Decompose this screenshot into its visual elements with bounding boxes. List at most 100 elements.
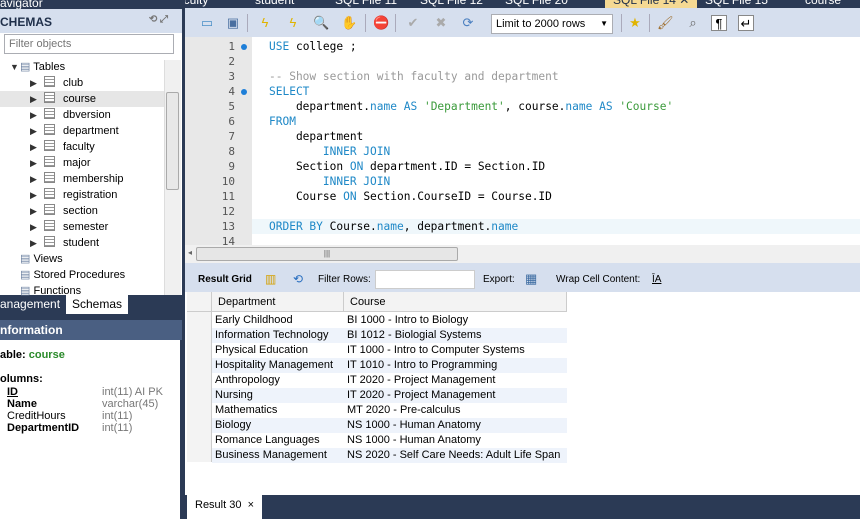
code-line[interactable]: Section ON department.ID = Section.ID bbox=[269, 159, 545, 174]
code-line[interactable]: INNER JOIN bbox=[269, 174, 390, 189]
collapsed-arrow-icon[interactable]: ▶ bbox=[30, 123, 40, 139]
autocommit-icon[interactable]: ⟳ bbox=[460, 15, 476, 31]
refresh-icon[interactable]: ⟲ bbox=[293, 272, 303, 286]
wrap-cell-icon[interactable]: ĪA bbox=[652, 274, 661, 285]
cell-department[interactable]: Biology bbox=[215, 418, 343, 431]
collapsed-arrow-icon[interactable]: ▶ bbox=[30, 171, 40, 187]
cell-department[interactable]: Romance Languages bbox=[215, 433, 343, 446]
tree-node-stored-procedures[interactable]: ▤ Stored Procedures bbox=[20, 267, 125, 283]
tree-node-table[interactable]: ▶ membership bbox=[0, 171, 164, 187]
grid-layout-icon[interactable]: ▥ bbox=[265, 272, 276, 286]
collapsed-arrow-icon[interactable]: ▶ bbox=[30, 139, 40, 155]
table-row[interactable]: Information Technology BI 1012 - Biologia… bbox=[212, 328, 567, 343]
invisible-chars-icon[interactable]: ¶ bbox=[711, 15, 727, 31]
tab-management[interactable]: anagement bbox=[0, 295, 66, 314]
tree-node-table[interactable]: ▶ club bbox=[0, 75, 164, 91]
tree-node-table[interactable]: ▶ major bbox=[0, 155, 164, 171]
cell-course[interactable]: NS 1000 - Human Anatomy bbox=[347, 418, 567, 431]
collapsed-arrow-icon[interactable]: ▶ bbox=[30, 75, 40, 91]
editor-tab[interactable]: SQL File 20 bbox=[505, 0, 568, 8]
tree-node-table[interactable]: ▶ registration bbox=[0, 187, 164, 203]
tree-node-table[interactable]: ▶ department bbox=[0, 123, 164, 139]
explain-icon[interactable]: 🔍 bbox=[313, 15, 329, 31]
tree-node-views[interactable]: ▤ Views bbox=[20, 251, 63, 267]
tree-node-table[interactable]: ▶ dbversion bbox=[0, 107, 164, 123]
wrap-lines-icon[interactable]: ↵ bbox=[738, 15, 754, 31]
add-snippet-icon[interactable]: ★ bbox=[627, 15, 643, 31]
editor-tab[interactable]: SQL File 12 bbox=[420, 0, 483, 8]
find-icon[interactable]: ⌕ bbox=[685, 15, 701, 31]
execute-current-icon[interactable]: ϟ bbox=[285, 15, 301, 31]
export-icon[interactable]: ▦ bbox=[525, 271, 537, 287]
editor-tab[interactable]: student bbox=[255, 0, 294, 8]
open-file-icon[interactable]: ▭ bbox=[199, 15, 215, 31]
filter-objects-input[interactable] bbox=[4, 34, 174, 54]
tree-scroll-thumb[interactable] bbox=[166, 92, 179, 190]
sql-editor[interactable]: 1 USE college ; 2 3 -- Show section with fac… bbox=[185, 37, 860, 248]
cell-department[interactable]: Hospitality Management bbox=[215, 358, 343, 371]
close-icon[interactable]: × bbox=[248, 499, 254, 511]
table-row[interactable]: Romance Languages NS 1000 - Human Anatomy bbox=[212, 433, 567, 448]
save-icon[interactable]: ▣ bbox=[225, 15, 241, 31]
code-line[interactable]: department.name AS 'Department', course.… bbox=[269, 99, 673, 114]
cell-course[interactable]: MT 2020 - Pre-calculus bbox=[347, 403, 567, 416]
collapsed-arrow-icon[interactable]: ▶ bbox=[30, 235, 40, 251]
code-line[interactable]: USE college ; bbox=[269, 39, 357, 54]
cell-course[interactable]: IT 2020 - Project Management bbox=[347, 373, 567, 386]
cell-course[interactable]: IT 1010 - Intro to Programming bbox=[347, 358, 567, 371]
code-line[interactable]: -- Show section with faculty and departm… bbox=[269, 69, 559, 84]
close-icon[interactable]: ✕ bbox=[679, 0, 689, 7]
stop-icon[interactable]: ✋ bbox=[341, 15, 357, 31]
toggle-error-icon[interactable]: ⛔ bbox=[373, 15, 389, 31]
code-line[interactable]: department bbox=[269, 129, 363, 144]
collapsed-arrow-icon[interactable]: ▶ bbox=[30, 91, 40, 107]
code-line[interactable]: INNER JOIN bbox=[269, 144, 390, 159]
tree-node-table[interactable]: ▶ section bbox=[0, 203, 164, 219]
table-row[interactable]: Physical Education IT 1000 - Intro to Com… bbox=[212, 343, 567, 358]
collapsed-arrow-icon[interactable]: ▶ bbox=[30, 107, 40, 123]
scroll-left-icon[interactable]: ◂ bbox=[188, 248, 192, 257]
collapsed-arrow-icon[interactable]: ▶ bbox=[30, 203, 40, 219]
tree-node-table[interactable]: ▶ student bbox=[0, 235, 164, 251]
collapsed-arrow-icon[interactable]: ▶ bbox=[30, 187, 40, 203]
code-line[interactable]: FROM bbox=[269, 114, 296, 129]
cell-department[interactable]: Physical Education bbox=[215, 343, 343, 356]
beautify-icon[interactable]: 🖌 bbox=[657, 15, 674, 31]
tree-node-table[interactable]: ▶ course bbox=[0, 91, 164, 107]
editor-tab[interactable]: aculty bbox=[185, 0, 208, 8]
cell-department[interactable]: Business Management bbox=[215, 448, 343, 461]
result-tab[interactable]: Result 30 × bbox=[187, 495, 263, 519]
column-header-department[interactable]: Department bbox=[212, 292, 344, 312]
table-row[interactable]: Anthropology IT 2020 - Project Management bbox=[212, 373, 567, 388]
editor-tab[interactable]: SQL File 15 bbox=[705, 0, 768, 8]
code-line[interactable]: SELECT bbox=[269, 84, 309, 99]
table-row[interactable]: Mathematics MT 2020 - Pre-calculus bbox=[212, 403, 567, 418]
tree-node-table[interactable]: ▶ faculty bbox=[0, 139, 164, 155]
cell-department[interactable]: Information Technology bbox=[215, 328, 343, 341]
tab-schemas[interactable]: Schemas bbox=[66, 295, 129, 314]
tree-node-tables[interactable]: ▼▤ Tables bbox=[10, 59, 65, 75]
tree-node-table[interactable]: ▶ semester bbox=[0, 219, 164, 235]
table-row[interactable]: Nursing IT 2020 - Project Management bbox=[212, 388, 567, 403]
cell-course[interactable]: IT 2020 - Project Management bbox=[347, 388, 567, 401]
cell-department[interactable]: Anthropology bbox=[215, 373, 343, 386]
rollback-icon[interactable]: ✖ bbox=[433, 15, 449, 31]
table-row[interactable]: Business Management NS 2020 - Self Care N… bbox=[212, 448, 567, 463]
execute-icon[interactable]: ϟ bbox=[257, 15, 273, 31]
refresh-icon[interactable]: ⟲ ⤢ bbox=[149, 14, 168, 25]
collapsed-arrow-icon[interactable]: ▶ bbox=[30, 155, 40, 171]
filter-rows-input[interactable] bbox=[375, 270, 475, 289]
cell-department[interactable]: Nursing bbox=[215, 388, 343, 401]
collapsed-arrow-icon[interactable]: ▶ bbox=[30, 219, 40, 235]
editor-hscroll-thumb[interactable]: ||| bbox=[196, 247, 458, 261]
cell-department[interactable]: Early Childhood bbox=[215, 313, 343, 326]
editor-tab[interactable]: course bbox=[805, 0, 841, 8]
code-line[interactable]: Course ON Section.CourseID = Course.ID bbox=[269, 189, 552, 204]
table-row[interactable]: Biology NS 1000 - Human Anatomy bbox=[212, 418, 567, 433]
cell-course[interactable]: IT 1000 - Intro to Computer Systems bbox=[347, 343, 567, 356]
table-row[interactable]: Early Childhood BI 1000 - Intro to Biolog… bbox=[212, 313, 567, 328]
result-grid-label[interactable]: Result Grid bbox=[198, 274, 252, 285]
editor-tab[interactable]: SQL File 14 ✕ bbox=[605, 0, 698, 8]
limit-rows-select[interactable]: Limit to 2000 rows ▼ bbox=[491, 14, 613, 34]
cell-department[interactable]: Mathematics bbox=[215, 403, 343, 416]
